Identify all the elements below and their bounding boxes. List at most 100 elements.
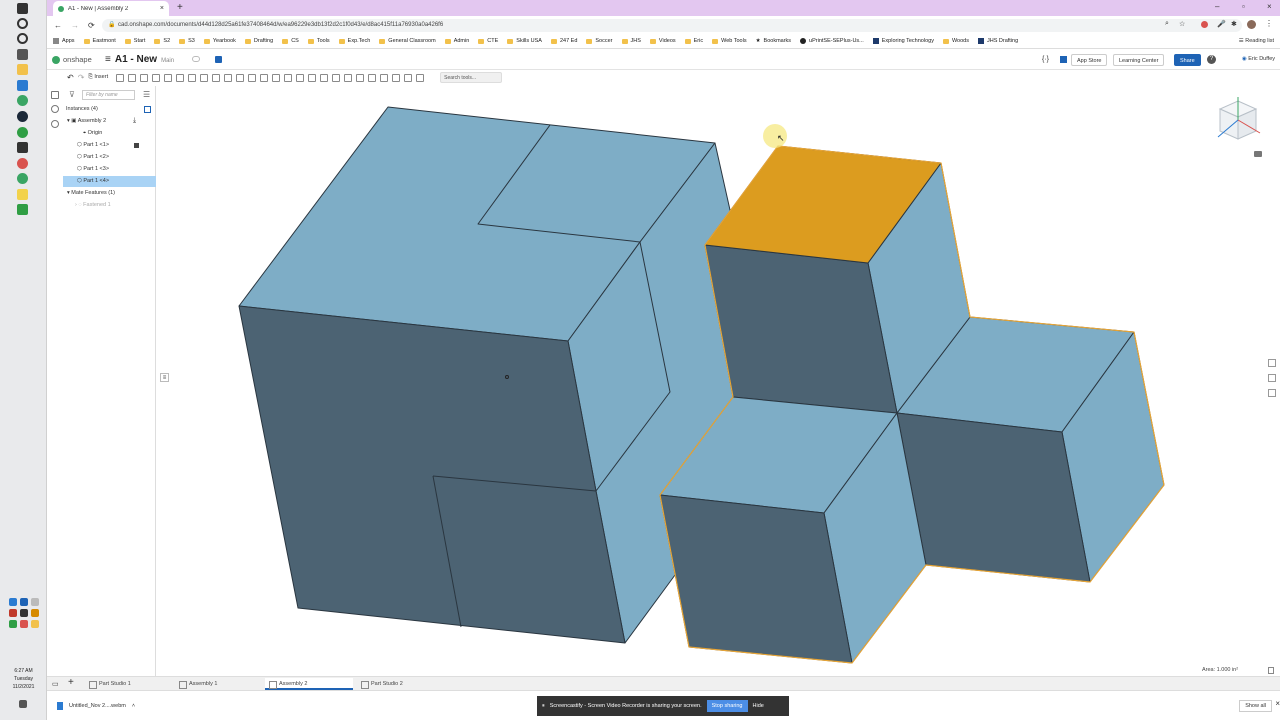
extension-red-icon[interactable] (1201, 21, 1208, 28)
forward-icon[interactable]: → (71, 21, 79, 30)
steam-icon[interactable] (17, 111, 28, 122)
share-button[interactable]: Share (1174, 54, 1201, 66)
tree-item-assembly[interactable]: ▾ ▣ Assembly 2 (63, 116, 156, 127)
bookmark-item[interactable]: Videos (649, 38, 676, 44)
reload-icon[interactable]: ⟳ (88, 21, 95, 30)
insert-button[interactable]: ⎘ Insert (88, 74, 108, 81)
properties-panel-icon[interactable] (1268, 374, 1276, 382)
tree-item-part-2[interactable]: ⬡ Part 1 <2> (63, 152, 156, 163)
view-cube[interactable] (1208, 93, 1268, 153)
filter-icon[interactable]: ⊽ (69, 90, 75, 99)
bookmark-item[interactable]: Web Tools (712, 38, 747, 44)
ball-mate-icon[interactable] (212, 73, 221, 82)
microphone-icon[interactable]: 🎤 (1217, 20, 1226, 28)
tree-item-origin[interactable]: ⌖ Origin (63, 128, 156, 139)
bookmark-item[interactable]: Eastmont (83, 38, 116, 44)
download-item[interactable]: Untitled_Nov 2....webm ˄ (57, 702, 135, 710)
tree-item-part-3[interactable]: ⬡ Part 1 <3> (63, 164, 156, 175)
search-tools-input[interactable]: Search tools... (440, 72, 503, 83)
app-store-button[interactable]: App Store (1071, 54, 1108, 66)
close-tab-icon[interactable]: × (160, 5, 164, 12)
tree-item-part-4[interactable]: ⬡ Part 1 <4> (63, 176, 156, 187)
instances-header[interactable]: Instances (4) (63, 104, 156, 115)
configurations-panel-icon[interactable] (1268, 389, 1276, 397)
tab-assembly-2[interactable]: Assembly 2 (265, 678, 353, 690)
bookmark-item[interactable]: CTE (478, 38, 498, 44)
gear-relation-icon[interactable] (284, 73, 293, 82)
hamburger-icon[interactable]: ≡ (105, 54, 111, 65)
close-downloads-icon[interactable]: × (1275, 699, 1280, 708)
edge-icon[interactable] (17, 80, 28, 91)
hide-button[interactable]: Hide (753, 703, 764, 709)
task-view-icon[interactable] (17, 49, 28, 60)
bookmark-item[interactable]: JHS Drafting (977, 38, 1018, 44)
tray-icon[interactable] (20, 609, 28, 617)
profile-avatar[interactable] (1247, 20, 1256, 29)
section-view-icon[interactable] (380, 73, 389, 82)
help-icon[interactable]: ? (1207, 55, 1216, 64)
learning-center-button[interactable]: Learning Center (1113, 54, 1165, 66)
bookmark-item[interactable]: CS (282, 38, 299, 44)
tab-assembly-1[interactable]: Assembly 1 (175, 678, 261, 690)
tree-item-fastened[interactable]: › ◌ Fastened 1 (63, 200, 156, 211)
bookmark-item[interactable]: 247 Ed (550, 38, 577, 44)
url-field[interactable]: cad.onshape.com/documents/d44d128d25a61f… (102, 19, 1242, 32)
h-app-icon[interactable] (17, 204, 28, 215)
search-icon[interactable] (17, 18, 28, 29)
back-icon[interactable]: ← (54, 21, 62, 30)
measure-icon[interactable] (368, 73, 377, 82)
screw-relation-icon[interactable] (308, 73, 317, 82)
user-menu[interactable]: ◉ Eric Duffey (1242, 56, 1275, 62)
parallel-mate-icon[interactable] (224, 73, 233, 82)
replicate-icon[interactable] (116, 73, 125, 82)
relation-icon[interactable] (272, 73, 281, 82)
linear-relation-icon[interactable] (320, 73, 329, 82)
bookmark-item[interactable]: Exp.Tech (338, 38, 370, 44)
extensions-icon[interactable]: ✱ (1231, 20, 1237, 28)
bookmark-item[interactable]: Admin (444, 38, 469, 44)
onshape-logo[interactable]: onshape (52, 55, 92, 64)
reading-list[interactable]: ☰ Reading list (1239, 38, 1274, 44)
bookmark-item[interactable]: Exploring Technology (872, 38, 934, 44)
clock-icon[interactable] (51, 120, 59, 128)
bookmark-item[interactable]: General Classroom (379, 38, 436, 44)
bookmark-item[interactable]: Drafting (244, 38, 273, 44)
slider-mate-icon[interactable] (164, 73, 173, 82)
import-icon[interactable]: ⤓ (133, 117, 136, 125)
maximize-icon[interactable]: ▫ (1242, 2, 1245, 11)
notification-icon[interactable] (19, 700, 27, 708)
tray-icon[interactable] (31, 609, 39, 617)
bookmark-item[interactable]: S2 (154, 38, 170, 44)
tray-icon[interactable] (9, 620, 17, 628)
tray-icon[interactable] (9, 598, 17, 606)
browser-tab[interactable]: A1 - New | Assembly 2 × (53, 1, 169, 16)
redo-icon[interactable]: ↷ (78, 73, 85, 82)
bookmark-item[interactable]: Start (124, 38, 145, 44)
tray-icon[interactable] (9, 609, 17, 617)
bookmark-item[interactable]: ★ Bookmarks (756, 38, 791, 44)
stop-sharing-button[interactable]: Stop sharing (706, 700, 748, 712)
tab-manager-icon[interactable]: ▭ (52, 680, 59, 688)
document-name[interactable]: A1 - New (115, 54, 157, 65)
menu-icon[interactable]: ⋮ (1265, 19, 1273, 28)
chrome-profile-icon[interactable] (17, 158, 28, 169)
taskbar-clock[interactable]: 6:27 AM Tuesday 11/2/2021 (0, 667, 47, 691)
tree-item-mate-features[interactable]: ▾ Mate Features (1) (63, 188, 156, 199)
collapse-panel-icon[interactable]: ≡ (160, 373, 169, 382)
view-options-icon[interactable] (1254, 151, 1262, 157)
star-icon[interactable]: ☆ (1179, 20, 1185, 28)
graphics-viewport[interactable] (157, 86, 1280, 676)
cortana-icon[interactable] (17, 33, 28, 44)
mate-connector-icon[interactable] (128, 73, 137, 82)
cylindrical-mate-icon[interactable] (188, 73, 197, 82)
chrome-icon[interactable] (17, 95, 28, 106)
tree-item-part-1[interactable]: ⬡ Part 1 <1> (63, 140, 156, 151)
bookmark-item[interactable]: Skills USA (507, 38, 542, 44)
mail-icon[interactable] (17, 142, 28, 153)
window-close-icon[interactable]: × (1267, 2, 1272, 11)
mate-values-icon[interactable] (356, 73, 365, 82)
show-all-button[interactable]: Show all (1239, 700, 1272, 712)
comments-icon[interactable] (51, 105, 59, 113)
width-mate-icon[interactable] (248, 73, 257, 82)
named-positions-icon[interactable] (344, 73, 353, 82)
